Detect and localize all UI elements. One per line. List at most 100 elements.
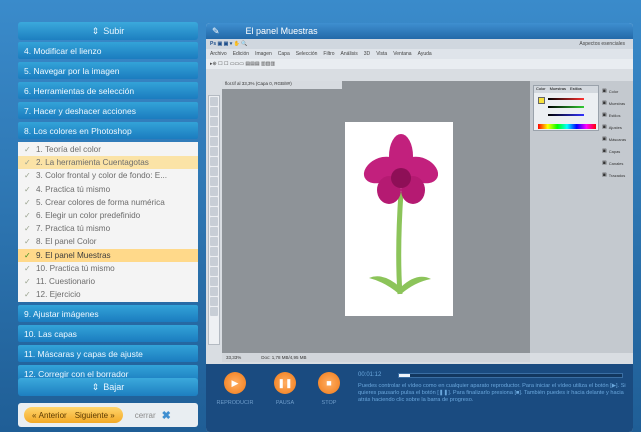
section-item[interactable]: 9. Ajustar imágenes xyxy=(18,305,198,323)
subitem-list: ✓ 1. Teoría del color ✓ 2. La herramienta C… xyxy=(18,142,198,303)
section-item[interactable]: 4. Modificar el lienzo xyxy=(18,42,198,59)
color-panel: Color Muestras Estilos xyxy=(533,85,599,131)
color-ramp[interactable] xyxy=(538,124,596,129)
section-item[interactable]: 5. Navegar por la imagen xyxy=(18,62,198,79)
document-tab[interactable]: flor.tif al 33,3% (Capa 0, RGB/8#) xyxy=(222,81,342,89)
menu-item[interactable]: Archivo xyxy=(210,51,227,57)
prev-next-button[interactable]: « Anterior Siguiente » xyxy=(24,407,123,423)
tool-icon[interactable] xyxy=(210,307,218,316)
subitem[interactable]: ✓ 4. Practica tú mismo xyxy=(18,183,198,196)
prev-label[interactable]: Anterior xyxy=(39,411,67,420)
menu-item[interactable]: Vista xyxy=(376,51,387,57)
side-panel-item[interactable]: ▣ Color xyxy=(602,85,632,97)
tool-icon[interactable] xyxy=(210,127,218,136)
tool-icon[interactable] xyxy=(210,297,218,306)
subitem[interactable]: ✓ 9. El panel Muestras xyxy=(18,248,198,262)
side-panel-item[interactable]: ▣ Muestras xyxy=(602,97,632,109)
side-panel-label: Trazados xyxy=(608,172,626,178)
side-panel-item[interactable]: ▣ Capas xyxy=(602,145,632,157)
menu-item[interactable]: Ventana xyxy=(393,51,411,57)
tool-icon[interactable] xyxy=(210,157,218,166)
menu-item[interactable]: Análisis xyxy=(341,51,358,57)
red-slider[interactable] xyxy=(548,98,584,100)
foreground-swatch[interactable] xyxy=(538,97,545,104)
subitem[interactable]: ✓ 12. Ejercicio xyxy=(18,288,198,301)
subitem[interactable]: ✓ 8. El panel Color xyxy=(18,235,198,248)
subitem-label: 8. El panel Color xyxy=(36,237,97,247)
menu-item[interactable]: Selección xyxy=(296,51,318,57)
tool-icon[interactable] xyxy=(210,207,218,216)
tool-icon[interactable] xyxy=(210,247,218,256)
subitem-label: 9. El panel Muestras xyxy=(36,250,111,260)
menu-item[interactable]: Imagen xyxy=(255,51,272,57)
scroll-up-button[interactable]: ⇕ Subir xyxy=(18,22,198,40)
side-panel-label: Ajustes xyxy=(608,124,622,130)
play-button[interactable]: ▶ REPRODUCIR xyxy=(214,372,256,406)
scroll-down-label: Bajar xyxy=(103,382,125,392)
side-panel-item[interactable]: ▣ Trazados xyxy=(602,169,632,181)
side-panel-item[interactable]: ▣ Máscaras xyxy=(602,133,632,145)
stop-button[interactable]: ■ STOP xyxy=(308,372,350,406)
subitem[interactable]: ✓ 6. Elegir un color predefinido xyxy=(18,209,198,222)
subitem[interactable]: ✓ 3. Color frontal y color de fondo: E... xyxy=(18,169,198,182)
options-bar: ▸⊕ ☐ ☐ ▭▭▭ ▤▤▤ ▥▥▥ xyxy=(206,59,633,69)
tool-icon[interactable] xyxy=(210,267,218,276)
tool-icon[interactable] xyxy=(210,197,218,206)
subitem[interactable]: ✓ 1. Teoría del color xyxy=(18,143,198,156)
subitem[interactable]: ✓ 10. Practica tú mismo xyxy=(18,262,198,275)
scroll-down-button[interactable]: ⇕ Bajar xyxy=(18,378,198,396)
tool-icon[interactable] xyxy=(210,277,218,286)
subitem-label: 2. La herramienta Cuentagotas xyxy=(36,158,149,168)
panel-tab[interactable]: Muestras xyxy=(550,86,566,93)
tool-icon[interactable] xyxy=(210,287,218,296)
subitem[interactable]: ✓ 11. Cuestionario xyxy=(18,275,198,288)
close-icon[interactable]: ✖ xyxy=(162,409,171,422)
subitem[interactable]: ✓ 7. Practica tú mismo xyxy=(18,222,198,235)
section-item[interactable]: 6. Herramientas de selección xyxy=(18,82,198,99)
tool-icon[interactable] xyxy=(210,147,218,156)
tools-panel xyxy=(208,95,220,345)
subitem-label: 4. Practica tú mismo xyxy=(36,184,111,194)
menu-item[interactable]: Filtro xyxy=(323,51,334,57)
panel-tab[interactable]: Color xyxy=(536,86,546,93)
panel-tab[interactable]: Estilos xyxy=(570,86,582,93)
tool-icon[interactable] xyxy=(210,187,218,196)
menu-item[interactable]: Edición xyxy=(233,51,249,57)
panel-icon: ▣ xyxy=(602,100,607,106)
menu-item[interactable]: 3D xyxy=(364,51,370,57)
tool-icon[interactable] xyxy=(210,227,218,236)
section-item[interactable]: 7. Hacer y deshacer acciones xyxy=(18,102,198,119)
photoshop-toolbar: Ps ▣ ▣ ▾ ✋ 🔍 Aspectos esenciales Archivo… xyxy=(206,39,633,69)
section-item[interactable]: 10. Las capas xyxy=(18,325,198,343)
tool-icon[interactable] xyxy=(210,117,218,126)
subitem[interactable]: ✓ 2. La herramienta Cuentagotas xyxy=(18,156,198,170)
panel-icon: ▣ xyxy=(602,160,607,166)
progress-bar[interactable] xyxy=(398,373,623,378)
side-panel-item[interactable]: ▣ Estilos xyxy=(602,109,632,121)
blue-slider[interactable] xyxy=(548,114,584,116)
side-panel-item[interactable]: ▣ Canales xyxy=(602,157,632,169)
play-label: REPRODUCIR xyxy=(216,400,254,406)
green-slider[interactable] xyxy=(548,106,584,108)
side-panel-item[interactable]: ▣ Ajustes xyxy=(602,121,632,133)
tool-icon[interactable] xyxy=(210,257,218,266)
tool-icon[interactable] xyxy=(210,177,218,186)
tool-icon[interactable] xyxy=(210,167,218,176)
pause-button[interactable]: ❚❚ PAUSA xyxy=(264,372,306,406)
tool-icon[interactable] xyxy=(210,107,218,116)
next-label[interactable]: Siguiente xyxy=(75,411,108,420)
tool-icon[interactable] xyxy=(210,97,218,106)
subitem-label: 12. Ejercicio xyxy=(36,290,81,300)
time-readout: 00:01:12 xyxy=(358,372,382,378)
tool-icon[interactable] xyxy=(210,237,218,246)
tool-icon[interactable] xyxy=(210,217,218,226)
close-label[interactable]: cerrar xyxy=(135,411,156,420)
section-item[interactable]: 8. Los colores en Photoshop xyxy=(18,122,198,139)
section-item[interactable]: 11. Máscaras y capas de ajuste xyxy=(18,345,198,363)
subitem[interactable]: ✓ 5. Crear colores de forma numérica xyxy=(18,196,198,209)
course-index-panel: ⇕ Subir 4. Modificar el lienzo 5. Navegar… xyxy=(18,22,198,432)
menu-item[interactable]: Ayuda xyxy=(418,51,432,57)
tool-icon[interactable] xyxy=(210,137,218,146)
lesson-window: { "left_panel": { "up_label": "Subir", "… xyxy=(0,0,641,432)
menu-item[interactable]: Capa xyxy=(278,51,290,57)
